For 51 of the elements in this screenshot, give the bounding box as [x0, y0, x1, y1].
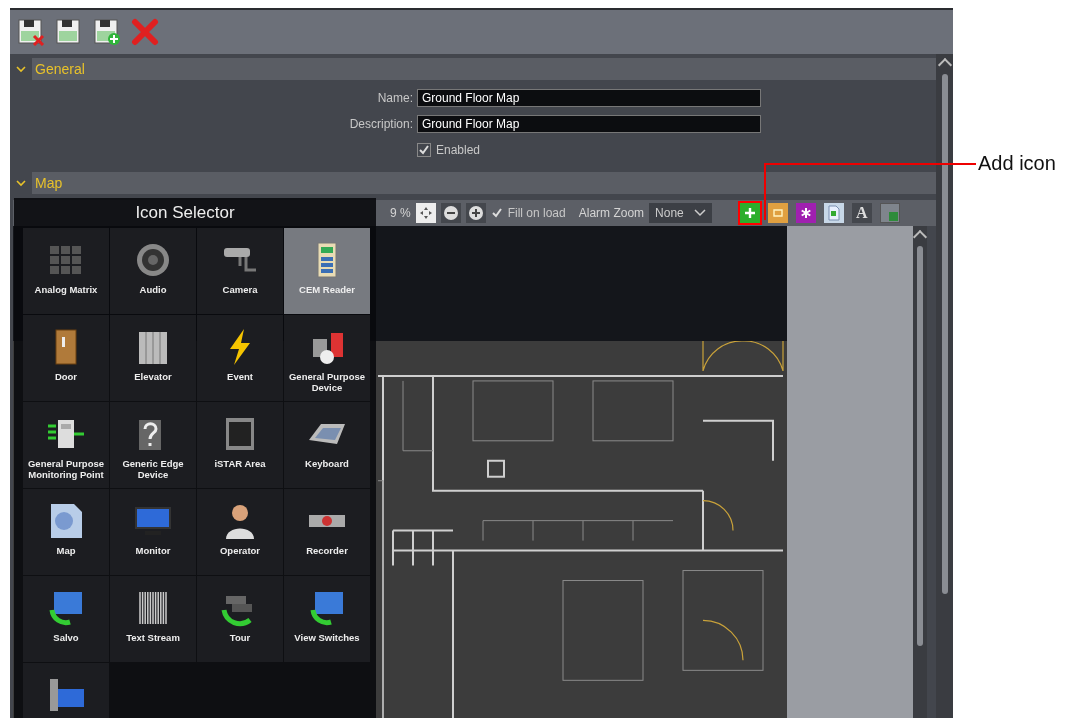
icon-tile[interactable]: Keyboard	[284, 402, 370, 488]
field-label: Name:	[376, 91, 413, 105]
asterisk-icon	[798, 206, 813, 220]
zoom-in-icon[interactable]	[465, 203, 486, 223]
folder-button[interactable]	[767, 203, 788, 223]
fit-icon[interactable]	[415, 203, 436, 223]
star-button[interactable]	[795, 203, 816, 223]
icon-tile[interactable]: Camera	[197, 228, 283, 314]
check-icon	[418, 144, 430, 156]
zoom-reading: 9 %	[390, 206, 411, 220]
icon-tile[interactable]: Map	[23, 489, 109, 575]
field-label: Description:	[348, 117, 413, 131]
page-icon	[826, 205, 841, 221]
add-icon-button[interactable]	[739, 203, 760, 223]
save-new-icon[interactable]	[92, 17, 122, 47]
icon-tile[interactable]: Text Stream	[110, 576, 196, 662]
check-icon	[490, 207, 503, 219]
icon-tile[interactable]: iSTAR Area	[197, 402, 283, 488]
fill-on-load-checkbox[interactable]: Fill on load	[490, 206, 566, 220]
caret-icon	[693, 209, 706, 217]
enabled-checkbox[interactable]: Enabled	[417, 143, 481, 157]
icon-tile[interactable]: Operator	[197, 489, 283, 575]
icon-tile[interactable]: General Purpose Monitoring Point	[23, 402, 109, 488]
save-close-icon[interactable]	[16, 17, 46, 47]
icon-tile[interactable]: CEM Reader	[284, 228, 370, 314]
square-icon	[888, 212, 898, 221]
icon-tile[interactable]: Monitor	[110, 489, 196, 575]
icon-tile[interactable]: Elevator	[110, 315, 196, 401]
icon-tile[interactable]: View Switches	[284, 576, 370, 662]
zoom-out-icon[interactable]	[440, 203, 461, 223]
icon-tile[interactable]: Generic Edge Device	[110, 402, 196, 488]
icon-tile[interactable]: General Purpose Device	[284, 315, 370, 401]
icon-tile[interactable]: Door	[23, 315, 109, 401]
scrollbar[interactable]	[913, 226, 927, 718]
panel-title: Icon Selector	[135, 203, 235, 223]
annotation-label: Add icon	[978, 152, 1056, 175]
alarm-zoom-dropdown[interactable]: None	[649, 203, 712, 223]
text-button[interactable]: A	[851, 203, 872, 223]
page-button[interactable]	[823, 203, 844, 223]
plus-icon	[742, 206, 757, 220]
icon-tile[interactable]: Analog Matrix	[23, 228, 109, 314]
icon-tile[interactable]: Event	[197, 315, 283, 401]
scrollbar[interactable]	[936, 54, 953, 718]
square-outline-icon	[770, 206, 785, 220]
alarm-zoom-label: Alarm Zoom	[578, 206, 645, 220]
icon-tile[interactable]: Tour	[197, 576, 283, 662]
icon-tile[interactable]: Audio	[110, 228, 196, 314]
icon-tile[interactable]: Recorder	[284, 489, 370, 575]
text-field[interactable]: Ground Floor Map	[417, 115, 761, 133]
icon-tile[interactable]: Salvo	[23, 576, 109, 662]
text-field[interactable]: Ground Floor Map	[417, 89, 761, 107]
